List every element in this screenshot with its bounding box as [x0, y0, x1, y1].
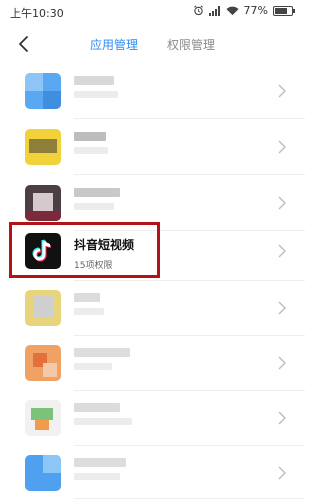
divider [74, 174, 305, 175]
signal-icon [208, 5, 220, 16]
alarm-icon [193, 5, 203, 16]
wifi-icon [226, 6, 239, 15]
blurred-app-text [74, 188, 120, 216]
blurred-app-text [74, 348, 130, 376]
app-icon [25, 185, 61, 221]
highlight-box [9, 222, 160, 278]
app-icon [25, 129, 61, 165]
chevron-right-icon [278, 196, 286, 210]
divider [74, 118, 305, 119]
chevron-right-icon [278, 356, 286, 370]
chevron-right-icon [278, 411, 286, 425]
app-icon [25, 455, 61, 491]
status-bar: 上午10:30 77% [0, 0, 305, 24]
chevron-right-icon [278, 84, 286, 98]
chevron-right-icon [278, 301, 286, 315]
app-icon [25, 345, 61, 381]
chevron-right-icon [278, 244, 286, 258]
list-item[interactable] [0, 120, 305, 174]
status-icons: 77% [193, 4, 295, 17]
list-item[interactable] [0, 281, 305, 335]
tab-app-management[interactable]: 应用管理 [90, 36, 138, 53]
battery-fill [275, 7, 288, 14]
back-arrow-icon[interactable] [12, 30, 40, 58]
list-item[interactable] [0, 64, 305, 118]
blurred-app-text [74, 76, 118, 104]
blurred-app-text [74, 403, 132, 431]
list-item[interactable] [0, 391, 305, 445]
chevron-right-icon [278, 466, 286, 480]
blurred-app-text [74, 458, 126, 486]
blurred-app-text [74, 293, 104, 321]
app-icon [25, 73, 61, 109]
chevron-right-icon [278, 140, 286, 154]
blurred-app-text [74, 132, 108, 160]
header: 应用管理 权限管理 [0, 24, 305, 64]
battery-text: 77% [243, 4, 268, 17]
app-icon [25, 400, 61, 436]
battery-icon [273, 5, 295, 16]
tab-permission-management[interactable]: 权限管理 [167, 36, 215, 53]
divider [74, 498, 305, 499]
app-icon [25, 290, 61, 326]
list-item[interactable] [0, 336, 305, 390]
status-time: 上午10:30 [10, 7, 64, 20]
list-item[interactable] [0, 446, 305, 500]
